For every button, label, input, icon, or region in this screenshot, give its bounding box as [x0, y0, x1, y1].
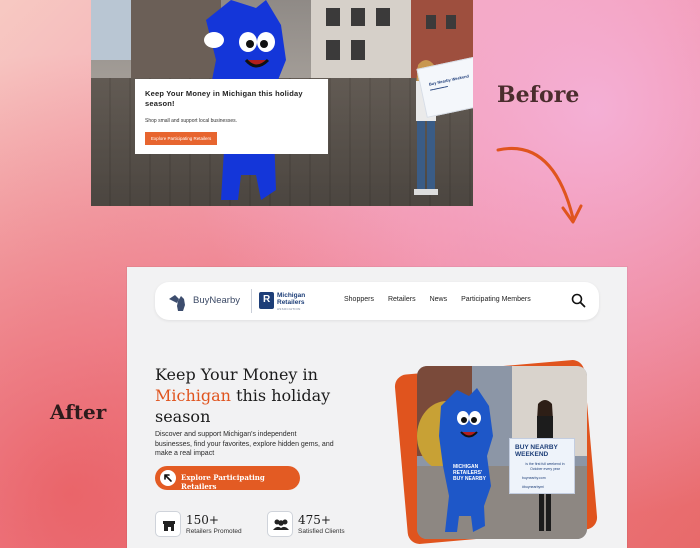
photo-sign-line3: buynearby.com [522, 476, 546, 480]
hero-photo: MICHIGAN RETAILERS' BUY NEARBY BUY NEARB… [417, 366, 587, 539]
nav-link-news[interactable]: News [430, 296, 448, 303]
partner-sub: ASSOCIATION [277, 307, 301, 311]
nav-links: Shoppers Retailers News Participating Me… [344, 296, 531, 303]
hero-description: Discover and support Michigan's independ… [155, 431, 334, 457]
photo-sign: BUY NEARBY WEEKEND is the first full wee… [509, 438, 575, 494]
logo-divider [251, 289, 252, 313]
search-icon[interactable] [571, 293, 586, 308]
stat-caption: Satisfied Clients [298, 528, 345, 535]
curved-arrow-icon [496, 147, 583, 224]
people-icon [273, 519, 289, 530]
stat-caption: Retailers Promoted [186, 528, 242, 535]
after-screenshot: BuyNearby R Michigan Retailers ASSOCIATI… [127, 267, 627, 548]
hero-title-line1: Keep Your Money in [155, 365, 318, 384]
nav-link-shoppers[interactable]: Shoppers [344, 296, 374, 303]
navbar: BuyNearby R Michigan Retailers ASSOCIATI… [155, 282, 599, 320]
cta-arrow-circle [160, 470, 176, 486]
people-icon-box [267, 511, 293, 537]
before-card-title: Keep Your Money in Michigan this holiday… [145, 89, 303, 108]
arrow-up-left-icon [164, 474, 172, 482]
hero-title-accent: Michigan [155, 386, 231, 405]
store-icon [163, 521, 175, 531]
window [376, 8, 390, 26]
before-sign-title: Buy Nearby Weekend [428, 73, 470, 87]
window [351, 40, 365, 60]
before-hero-card: Keep Your Money in Michigan this holiday… [135, 79, 328, 154]
window [326, 40, 340, 60]
explore-retailers-button[interactable]: Explore Participating Retailers [155, 466, 300, 491]
store-icon-box [155, 511, 181, 537]
hero-photo-frame: MICHIGAN RETAILERS' BUY NEARBY BUY NEARB… [393, 357, 607, 545]
before-explore-button[interactable]: Explore Participating Retailers [145, 132, 218, 145]
photo-sign-title: BUY NEARBY WEEKEND [515, 444, 558, 458]
after-label: After [50, 400, 107, 424]
nav-link-retailers[interactable]: Retailers [388, 296, 416, 303]
buynearby-logo-text[interactable]: BuyNearby [193, 295, 240, 306]
hero-title: Keep Your Money in Michigan this holiday… [155, 364, 355, 427]
michigan-logo-icon[interactable] [167, 291, 189, 313]
nav-link-participating-members[interactable]: Participating Members [461, 296, 531, 303]
photo-sign-line4: #buynearbymi [522, 485, 544, 489]
stat-number: 475+ [298, 513, 331, 527]
photo-sign-sub: is the first full weekend in October eve… [525, 462, 565, 471]
svg-text:BUY NEARBY: BUY NEARBY [453, 476, 487, 482]
before-card-text: Shop small and support local businesses. [145, 118, 237, 124]
window [326, 8, 340, 26]
window [446, 15, 456, 29]
window [426, 15, 436, 29]
michigan-retailers-badge-icon[interactable]: R [259, 292, 274, 309]
window [351, 8, 365, 26]
partner-name: Michigan Retailers [277, 292, 306, 306]
cta-label: Explore Participating Retailers [181, 473, 265, 491]
stat-number: 150+ [186, 513, 219, 527]
before-screenshot: Buy Nearby Weekend ▬▬▬▬▬▬ Keep Your Mone… [91, 0, 473, 206]
mascot-illustration: MICHIGAN RETAILERS' BUY NEARBY [439, 388, 493, 532]
before-label: Before [497, 82, 580, 108]
